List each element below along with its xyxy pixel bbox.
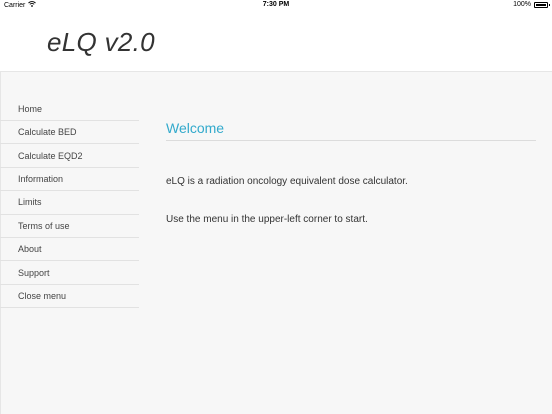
sidebar-menu: Home Calculate BED Calculate EQD2 Inform… xyxy=(0,97,139,309)
battery-icon xyxy=(534,1,550,8)
sidebar-item-support[interactable]: Support xyxy=(0,261,139,285)
battery-percent: 100% xyxy=(513,1,531,8)
sidebar-item-about[interactable]: About xyxy=(0,238,139,262)
sidebar-item-label: Terms of use xyxy=(18,220,70,231)
sidebar-item-limits[interactable]: Limits xyxy=(0,191,139,215)
sidebar-item-label: Close menu xyxy=(18,290,67,301)
status-time: 7:30 PM xyxy=(262,1,290,8)
instruction-paragraph: Use the menu in the upper-left corner to… xyxy=(166,214,368,225)
status-bar: Carrier 7:30 PM 100% xyxy=(0,0,552,11)
sidebar-item-close-menu[interactable]: Close menu xyxy=(0,285,139,309)
sidebar-item-label: Calculate EQD2 xyxy=(18,150,83,161)
page-title: Welcome xyxy=(166,120,536,141)
sidebar-item-home[interactable]: Home xyxy=(0,97,139,121)
sidebar-item-label: About xyxy=(18,244,42,255)
sidebar-item-label: Calculate BED xyxy=(18,127,77,138)
sidebar-item-terms-of-use[interactable]: Terms of use xyxy=(0,215,139,238)
intro-paragraph: eLQ is a radiation oncology equivalent d… xyxy=(166,176,408,187)
sidebar-item-calculate-bed[interactable]: Calculate BED xyxy=(0,121,139,145)
app-title: eLQ v2.0 xyxy=(47,27,155,57)
sidebar-item-label: Support xyxy=(18,267,50,278)
sidebar-item-label: Information xyxy=(18,173,64,184)
sidebar-item-label: Limits xyxy=(18,197,42,208)
app-header: eLQ v2.0 xyxy=(0,11,552,72)
sidebar-item-calculate-eqd2[interactable]: Calculate EQD2 xyxy=(0,144,139,168)
battery-level-fill xyxy=(536,3,546,6)
sidebar-item-information[interactable]: Information xyxy=(0,168,139,192)
status-right: 100% xyxy=(513,1,550,8)
main-content: Welcome eLQ is a radiation oncology equi… xyxy=(166,120,536,225)
sidebar-item-label: Home xyxy=(18,103,43,114)
